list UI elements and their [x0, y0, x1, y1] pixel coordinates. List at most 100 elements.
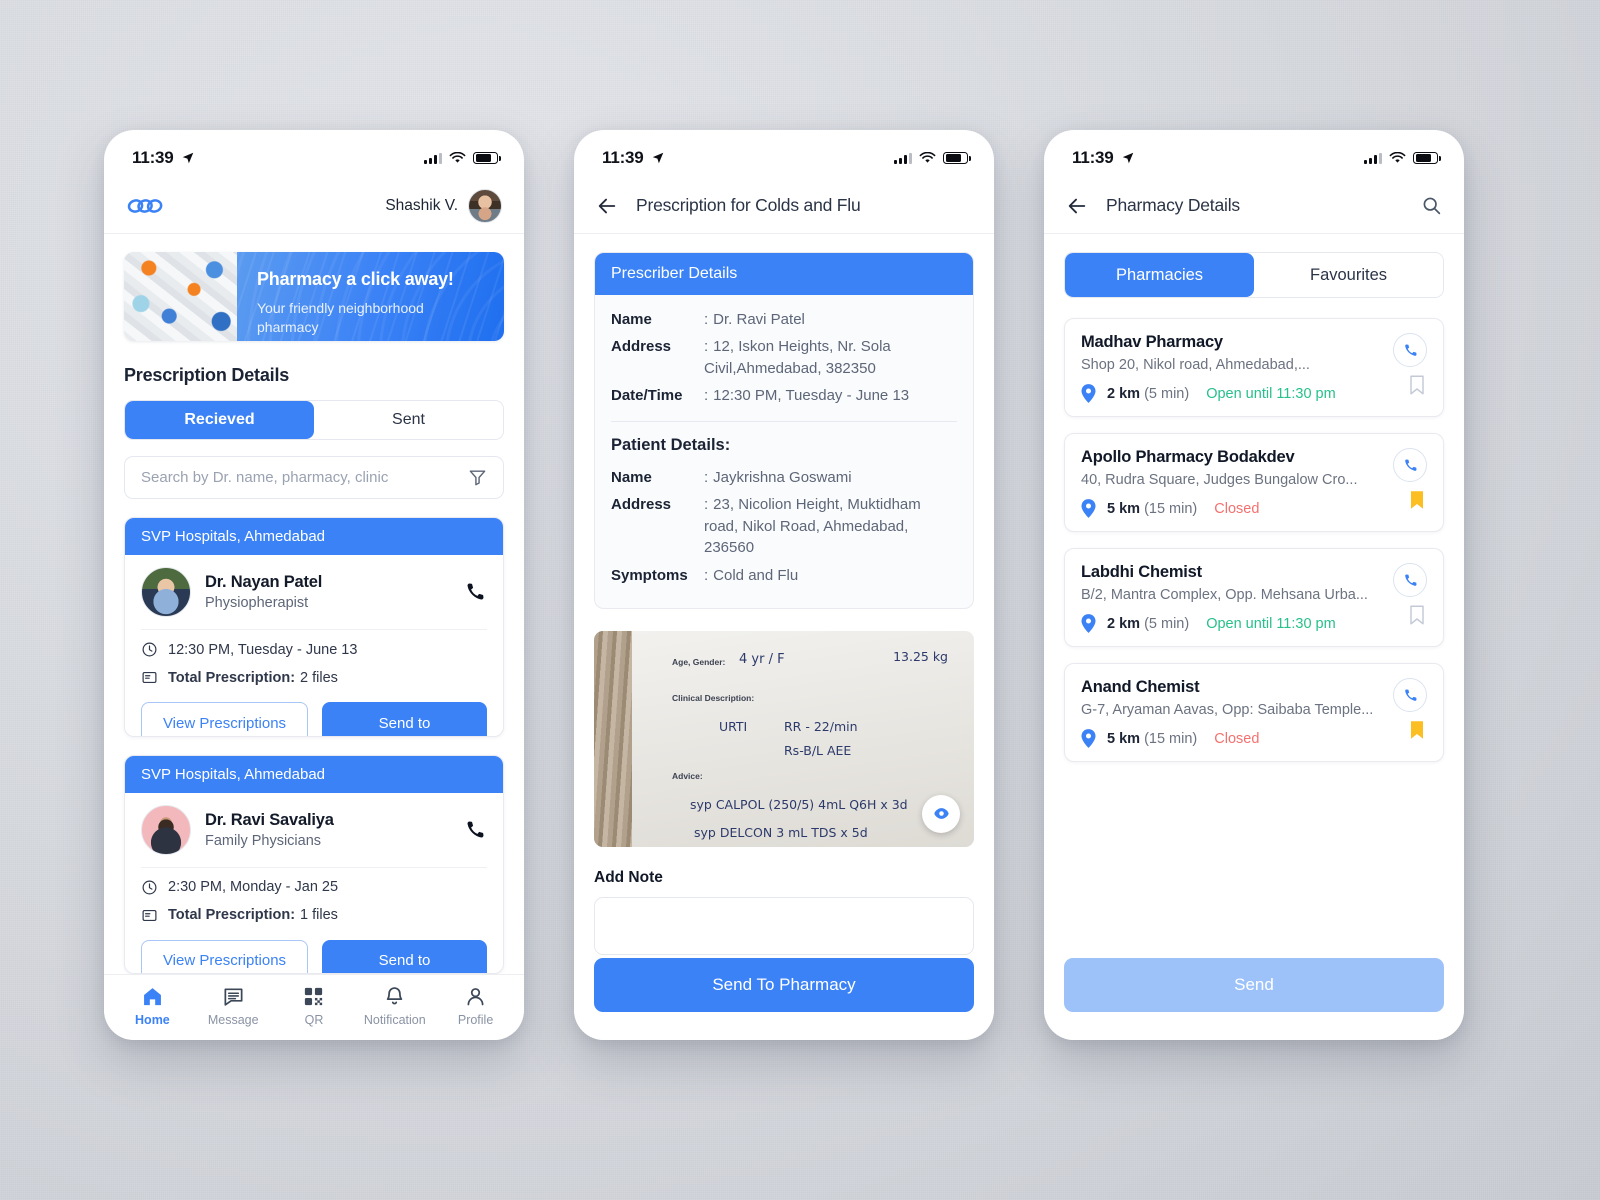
clock-icon — [142, 880, 157, 895]
pharmacy-eta: (5 min) — [1144, 615, 1190, 632]
pharmacy-list-item[interactable]: Madhav Pharmacy Shop 20, Nikol road, Ahm… — [1064, 318, 1444, 417]
filter-icon[interactable] — [468, 468, 487, 487]
add-note-input[interactable] — [594, 896, 974, 955]
card-body: Dr. Nayan Patel Physiopherapist 12:30 PM… — [125, 555, 503, 736]
clock-icon — [142, 642, 157, 657]
tab-profile-label: Profile — [457, 1012, 494, 1027]
card-body: Dr. Ravi Savaliya Family Physicians 2:30… — [125, 793, 503, 974]
tab-notification-label: Notification — [363, 1012, 426, 1027]
status-bar-left: 11:39 — [1072, 148, 1135, 168]
bookmark-button[interactable] — [1409, 490, 1425, 515]
bookmark-button[interactable] — [1409, 605, 1425, 630]
eye-icon[interactable] — [922, 794, 960, 833]
pharmacy-list-item[interactable]: Anand Chemist G-7, Aryaman Aavas, Opp: S… — [1064, 663, 1444, 762]
tab-home[interactable]: Home — [112, 985, 193, 1027]
bell-icon — [387, 986, 403, 1004]
app-header: Pharmacy Details — [1044, 178, 1464, 234]
prescriber-name-row: Name : Dr. Ravi Patel — [611, 309, 957, 330]
home-icon — [143, 987, 161, 1005]
patient-address-row: Address :23, Nicolion Height, Muktidham … — [611, 494, 957, 558]
card-total-row: Total Prescription: 2 files — [141, 669, 487, 686]
doctor-speciality: Family Physicians — [205, 832, 322, 849]
search-input[interactable]: Search by Dr. name, pharmacy, clinic — [141, 469, 388, 486]
search-bar[interactable]: Search by Dr. name, pharmacy, clinic — [124, 455, 504, 500]
pharmacy-eta: (15 min) — [1144, 730, 1198, 747]
bookmark-icon — [1411, 721, 1423, 739]
tab-qr[interactable]: QR — [274, 985, 355, 1027]
location-pin-icon — [1081, 729, 1096, 748]
patient-address-value: :23, Nicolion Height, Muktidham road, Ni… — [704, 496, 921, 557]
view-prescriptions-button[interactable]: View Prescriptions — [141, 939, 308, 974]
bookmark-button[interactable] — [1409, 375, 1425, 400]
tab-message-label: Message — [207, 1012, 259, 1027]
pharmacy-list-item[interactable]: Apollo Pharmacy Bodakdev 40, Rudra Squar… — [1064, 433, 1444, 532]
send-to-pharmacy-button[interactable]: Send To Pharmacy — [594, 958, 974, 1012]
patient-symptoms-row: Symptoms : Cold and Flu — [611, 565, 957, 586]
tab-profile[interactable]: Profile — [435, 985, 516, 1027]
tab-pharmacies[interactable]: Pharmacies — [1065, 253, 1254, 297]
phone-icon[interactable] — [463, 580, 487, 604]
search-icon[interactable] — [1421, 195, 1442, 216]
pharmacy-distance: 2 km — [1107, 385, 1141, 402]
tab-sent[interactable]: Sent — [314, 400, 503, 439]
prescriber-name-key: Name — [611, 311, 652, 328]
tab-recieved[interactable]: Recieved — [125, 400, 314, 439]
phone-icon — [1404, 573, 1417, 586]
promo-banner[interactable]: Pharmacy a click away! Your friendly nei… — [124, 252, 504, 341]
view-prescriptions-button[interactable]: View Prescriptions — [141, 702, 308, 736]
header-left: Pharmacy Details — [1066, 195, 1240, 217]
phone-icon[interactable] — [463, 818, 487, 842]
bookmark-icon — [1410, 375, 1424, 395]
message-icon — [224, 987, 243, 1006]
cellular-signal-icon — [1364, 152, 1382, 164]
app-header: Shashik V. — [104, 178, 524, 234]
tab-home-label: Home — [135, 1012, 170, 1027]
location-pin-icon — [1081, 614, 1096, 633]
doctor-name: Dr. Ravi Savaliya — [205, 810, 334, 829]
send-button[interactable]: Send — [1064, 958, 1444, 1012]
call-button[interactable] — [1393, 448, 1427, 482]
status-bar-right — [1364, 151, 1441, 165]
pharmacy-status: Open until 11:30 pm — [1206, 615, 1336, 632]
scan-age-value: 4 yr / F — [739, 651, 785, 667]
prescription-card[interactable]: SVP Hospitals, Ahmedabad Dr. Ravi Savali… — [124, 754, 504, 974]
user-chip[interactable]: Shashik V. — [385, 188, 502, 223]
prescriber-details-body: Name : Dr. Ravi Patel Address :12, Iskon … — [595, 295, 973, 608]
prescription-scan-image[interactable]: Age, Gender: 4 yr / F 13.25 kg Clinical … — [594, 630, 974, 847]
status-bar-left: 11:39 — [132, 148, 195, 168]
location-pin-icon — [1081, 384, 1096, 403]
back-arrow-icon[interactable] — [596, 195, 618, 217]
send-to-button[interactable]: Send to — [322, 702, 487, 736]
avatar[interactable] — [468, 188, 502, 223]
patient-address-key: Address — [611, 496, 672, 514]
tab-message[interactable]: Message — [193, 985, 274, 1027]
home-scroll-area: Pharmacy a click away! Your friendly nei… — [104, 234, 524, 974]
tab-notification[interactable]: Notification — [354, 985, 435, 1027]
status-bar-left: 11:39 — [602, 148, 665, 168]
scan-clinical-1: URTI — [719, 718, 748, 734]
send-to-button[interactable]: Send to — [322, 939, 487, 974]
prescription-card[interactable]: SVP Hospitals, Ahmedabad Dr. Nayan Patel… — [124, 517, 504, 737]
card-hospital-name: SVP Hospitals, Ahmedabad — [125, 755, 503, 793]
pharmacy-status: Open until 11:30 pm — [1206, 385, 1336, 402]
banner-image — [124, 252, 237, 341]
patient-name-value: : Jaykrishna Goswami — [704, 468, 852, 486]
back-arrow-icon[interactable] — [1066, 195, 1088, 217]
pharmacy-list-item[interactable]: Labdhi Chemist B/2, Mantra Complex, Opp.… — [1064, 548, 1444, 647]
prescriber-datetime-value: :12:30 PM, Tuesday - June 13 — [704, 387, 910, 405]
card-datetime-row: 2:30 PM, Monday - Jan 25 — [141, 879, 487, 896]
card-total-row: Total Prescription: 1 files — [141, 907, 487, 924]
tab-favourites[interactable]: Favourites — [1254, 253, 1443, 297]
call-button[interactable] — [1393, 678, 1427, 712]
location-pin-icon — [1081, 499, 1096, 518]
bookmark-button[interactable] — [1409, 720, 1425, 745]
app-logo[interactable] — [126, 196, 170, 216]
pharmacy-address: Shop 20, Nikol road, Ahmedabad,... — [1081, 357, 1310, 373]
prescriber-datetime-row: Date/Time :12:30 PM, Tuesday - June 13 — [611, 385, 957, 406]
pharmacy-name: Apollo Pharmacy Bodakdev — [1081, 448, 1295, 466]
call-button[interactable] — [1393, 333, 1427, 367]
card-datetime-row: 12:30 PM, Tuesday - June 13 — [141, 641, 487, 658]
card-datetime: 2:30 PM, Monday - Jan 25 — [168, 879, 339, 896]
call-button[interactable] — [1393, 563, 1427, 597]
prescriber-name-value: : Dr. Ravi Patel — [704, 311, 805, 328]
